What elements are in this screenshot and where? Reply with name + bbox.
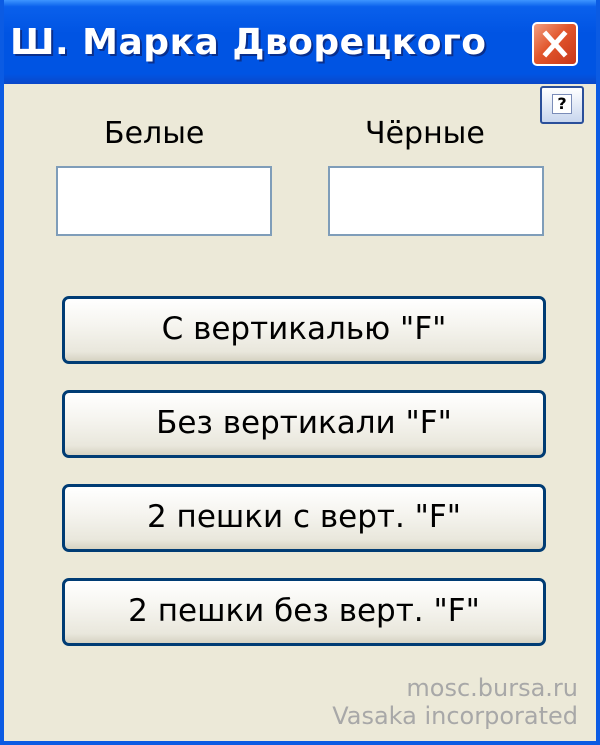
title-bar[interactable]: Ш. Марка Дворецкого [4,0,596,84]
two-pawns-with-f-file-button[interactable]: 2 пешки с верт. "F" [62,484,546,552]
credits-site: mosc.bursa.ru [406,674,578,702]
close-icon [542,30,568,58]
window-title: Ш. Марка Дворецкого [10,22,487,63]
close-button[interactable] [532,22,578,66]
white-input[interactable] [56,166,272,236]
help-button[interactable]: ? [540,86,584,124]
help-icon: ? [552,94,572,114]
dialog-window: Ш. Марка Дворецкого ? Белые Чёрные С вер… [0,0,600,745]
credits-author: Vasaka incorporated [332,702,578,730]
two-pawns-without-f-file-button[interactable]: 2 пешки без верт. "F" [62,578,546,646]
black-label: Чёрные [365,116,485,151]
with-f-file-button[interactable]: С вертикалью "F" [62,296,546,364]
without-f-file-button[interactable]: Без вертикали "F" [62,390,546,458]
black-input[interactable] [328,166,544,236]
white-label: Белые [104,116,205,151]
